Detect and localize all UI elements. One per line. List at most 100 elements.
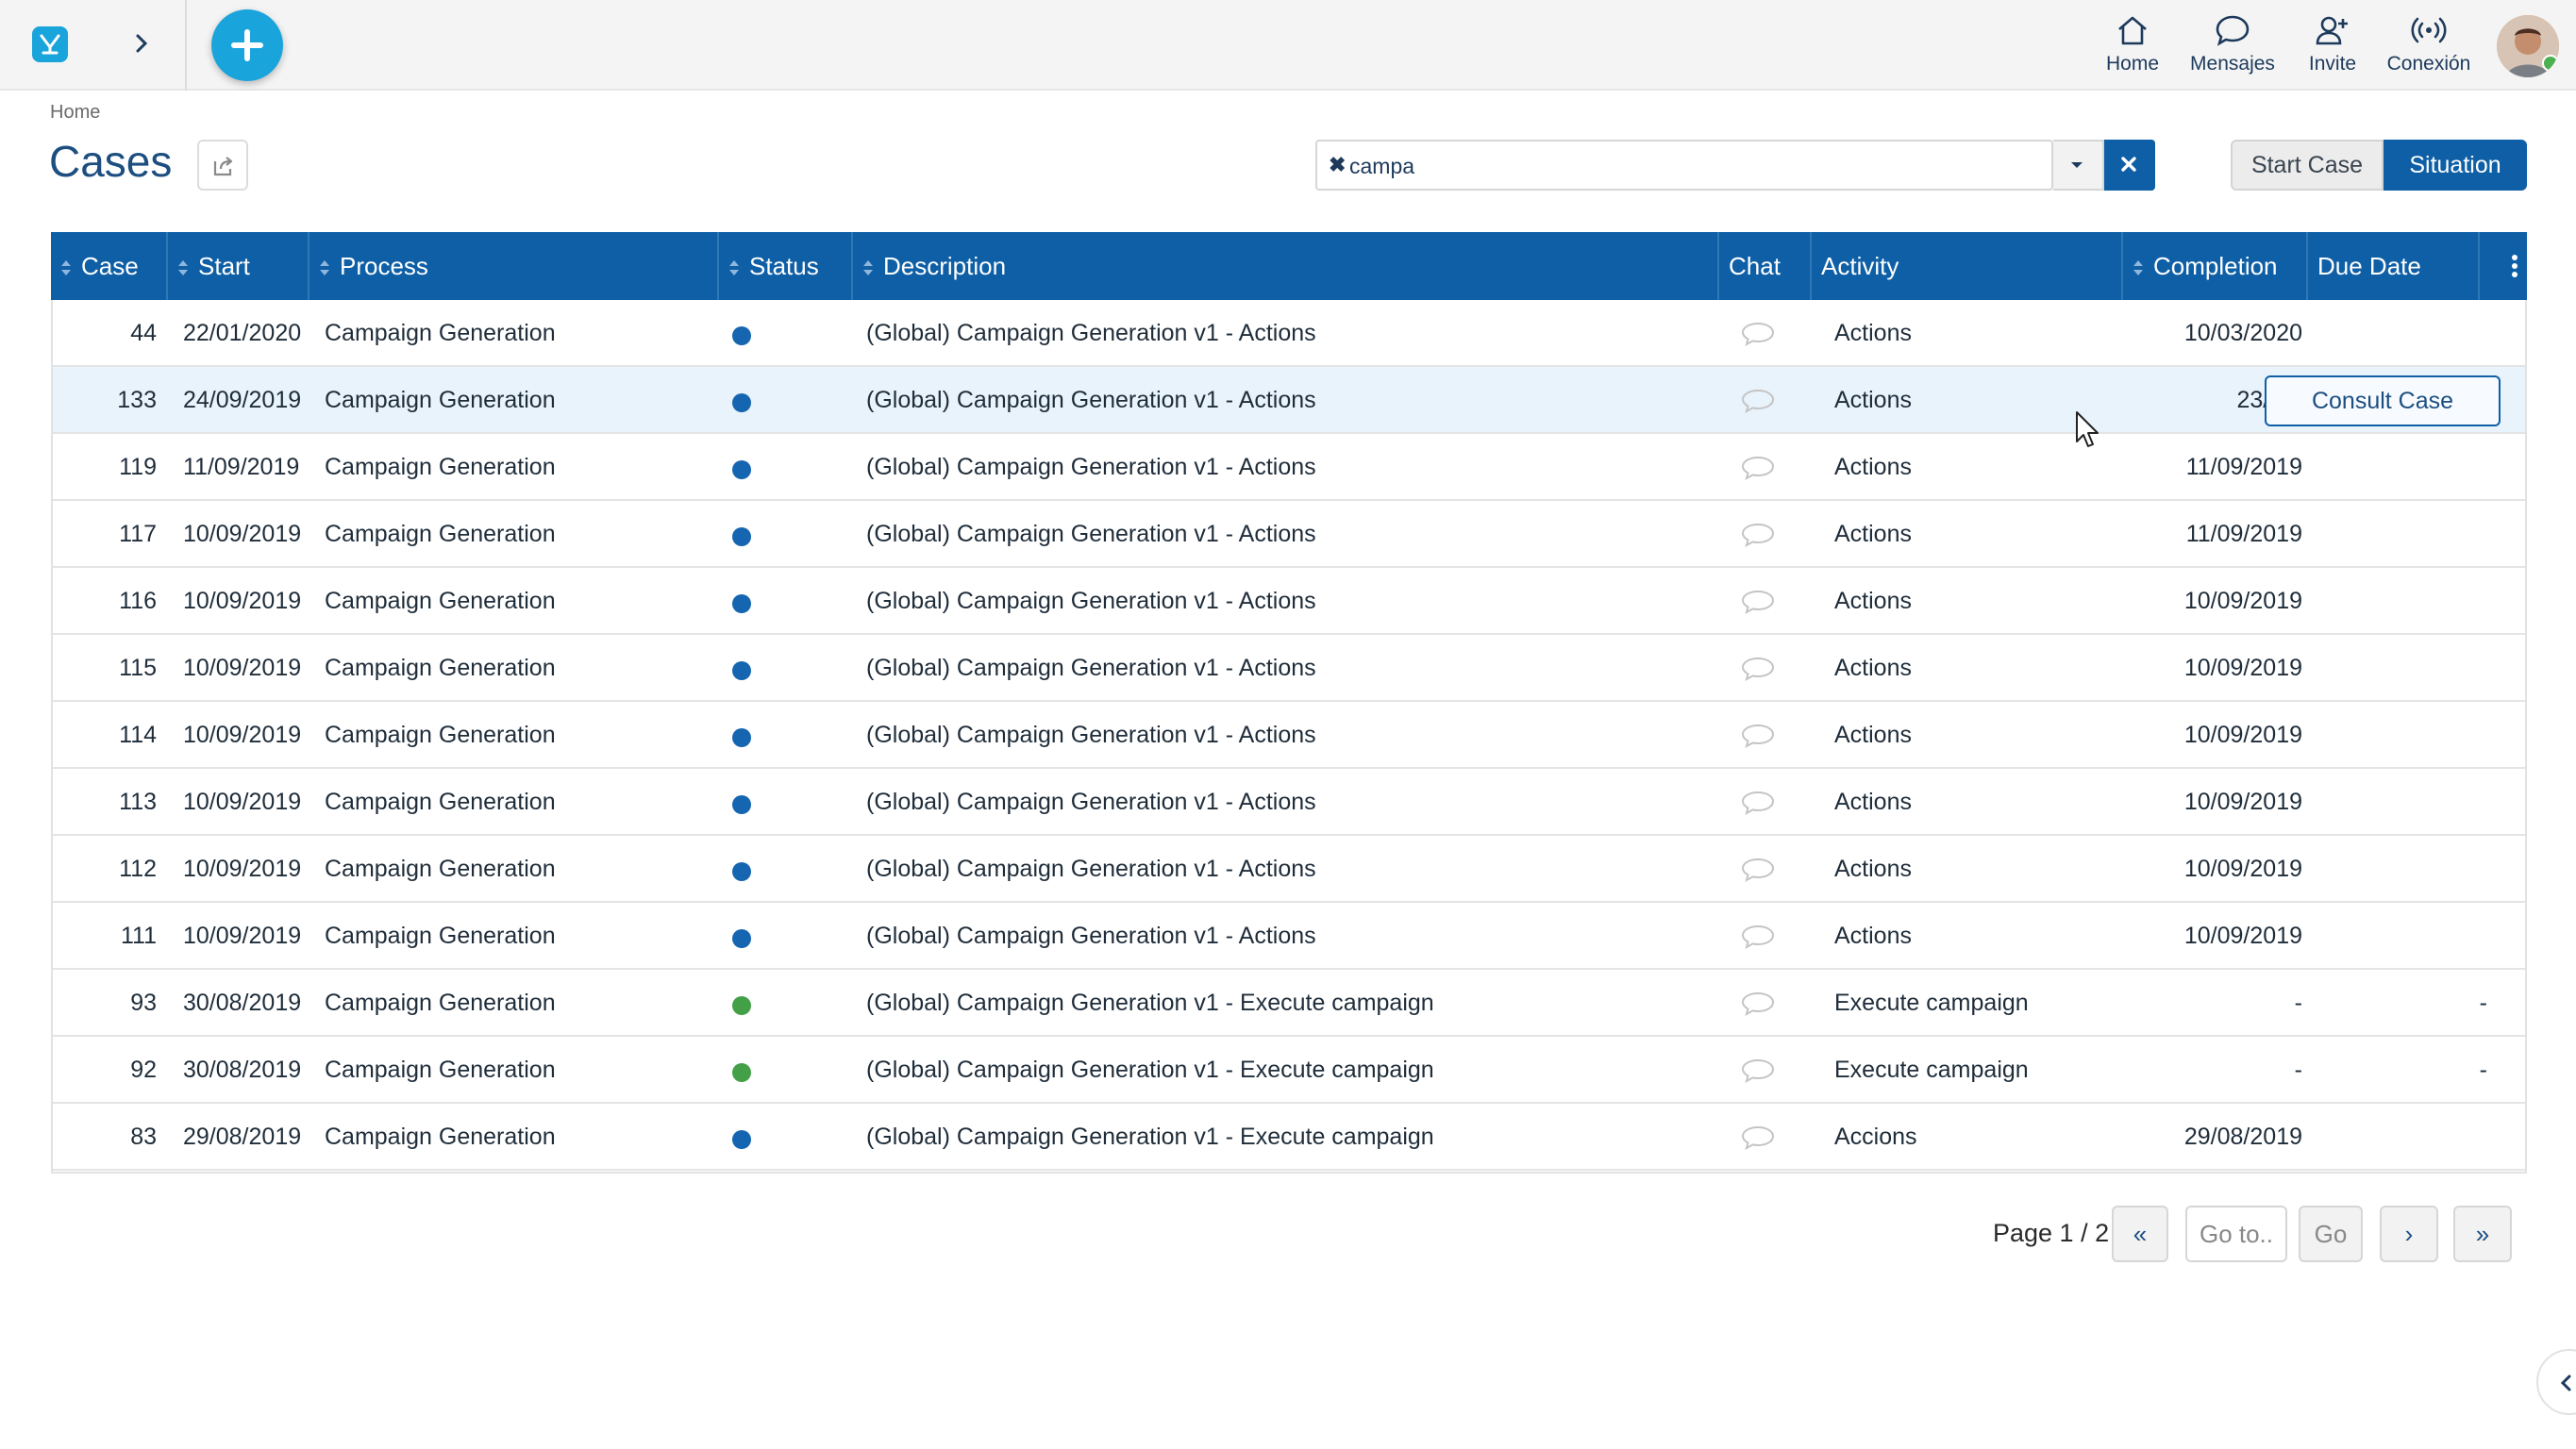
search-clear-button[interactable]	[2104, 140, 2155, 191]
nav-conexion[interactable]: Conexión	[2372, 13, 2485, 79]
table-row[interactable]: 119 11/09/2019 Campaign Generation (Global)…	[53, 434, 2525, 501]
cell-status	[732, 903, 770, 970]
sort-icon	[863, 260, 873, 276]
chat-icon[interactable]	[1740, 568, 1778, 635]
cell-process: Campaign Generation	[325, 990, 556, 1016]
go-button[interactable]: Go	[2299, 1206, 2363, 1262]
table-row[interactable]: 111 10/09/2019 Campaign Generation (Global)…	[53, 903, 2525, 970]
cell-status	[732, 836, 770, 903]
cell-process: Campaign Generation	[325, 923, 556, 949]
search-value: campa	[1349, 154, 1415, 178]
table-row[interactable]: 117 10/09/2019 Campaign Generation (Global)…	[53, 501, 2525, 568]
cell-case: 93	[130, 990, 157, 1016]
column-header-due-date[interactable]: Due Date	[2308, 232, 2480, 300]
column-header-completion[interactable]: Completion	[2123, 232, 2308, 300]
nav-mensajes[interactable]: Mensajes	[2176, 13, 2289, 79]
search-input[interactable]: ✖ campa	[1315, 140, 2053, 191]
cell-description: (Global) Campaign Generation v1 - Action…	[866, 856, 1316, 882]
cell-process: Campaign Generation	[325, 856, 556, 882]
cell-due-date	[2336, 568, 2487, 635]
column-header-chat[interactable]: Chat	[1719, 232, 1812, 300]
chat-icon[interactable]	[1740, 300, 1778, 367]
cell-due-date	[2336, 702, 2487, 769]
add-button[interactable]	[211, 9, 283, 81]
chat-icon[interactable]	[1740, 970, 1778, 1037]
column-label: Start	[198, 252, 250, 280]
cell-case: 115	[119, 655, 157, 681]
chat-icon[interactable]	[1740, 1037, 1778, 1104]
avatar[interactable]	[2497, 15, 2559, 77]
column-header-start[interactable]: Start	[168, 232, 309, 300]
table-row[interactable]: 93 30/08/2019 Campaign Generation (Global) …	[53, 970, 2525, 1037]
chat-icon[interactable]	[1740, 702, 1778, 769]
chat-icon[interactable]	[1740, 635, 1778, 702]
cell-process: Campaign Generation	[325, 387, 556, 413]
column-header-case[interactable]: Case	[51, 232, 168, 300]
cell-process: Campaign Generation	[325, 655, 556, 681]
table-row[interactable]: 115 10/09/2019 Campaign Generation (Global)…	[53, 635, 2525, 702]
nav-home[interactable]: Home	[2076, 13, 2189, 79]
cell-due-date	[2336, 434, 2487, 501]
cell-status	[732, 300, 770, 367]
status-dot	[732, 393, 751, 412]
chat-icon[interactable]	[1740, 1104, 1778, 1171]
table-row[interactable]: 114 10/09/2019 Campaign Generation (Global)…	[53, 702, 2525, 769]
cell-activity: Actions	[1834, 923, 1912, 949]
search-dropdown-button[interactable]	[2053, 140, 2104, 191]
cell-activity: Execute campaign	[1834, 1057, 2029, 1083]
share-button[interactable]	[197, 140, 248, 191]
cell-due-date	[2336, 769, 2487, 836]
table-row[interactable]: 83 29/08/2019 Campaign Generation (Global) …	[53, 1104, 2525, 1171]
column-header-status[interactable]: Status	[719, 232, 853, 300]
chat-icon[interactable]	[1740, 903, 1778, 970]
cell-description: (Global) Campaign Generation v1 - Action…	[866, 588, 1316, 614]
cell-process: Campaign Generation	[325, 320, 556, 346]
app-logo[interactable]	[32, 26, 68, 62]
table-row[interactable]: 116 10/09/2019 Campaign Generation (Global)…	[53, 568, 2525, 635]
column-options-icon[interactable]	[2502, 232, 2527, 300]
status-dot	[732, 795, 751, 814]
cell-case: 44	[130, 320, 157, 346]
cell-status	[732, 970, 770, 1037]
column-header-activity[interactable]: Activity	[1812, 232, 2123, 300]
column-label: Activity	[1821, 252, 1899, 280]
start-case-button[interactable]: Start Case	[2231, 140, 2384, 191]
filter-remove-icon[interactable]: ✖	[1329, 153, 1346, 177]
column-header-process[interactable]: Process	[309, 232, 719, 300]
cell-description: (Global) Campaign Generation v1 - Action…	[866, 923, 1316, 949]
mouse-cursor-icon	[2076, 411, 2099, 447]
chat-icon[interactable]	[1740, 836, 1778, 903]
cell-status	[732, 702, 770, 769]
chat-icon[interactable]	[1740, 501, 1778, 568]
table-row[interactable]: 44 22/01/2020 Campaign Generation (Global) …	[53, 300, 2525, 367]
cell-case: 112	[119, 856, 157, 882]
status-dot	[732, 728, 751, 747]
table-row[interactable]: 112 10/09/2019 Campaign Generation (Global)…	[53, 836, 2525, 903]
cell-description: (Global) Campaign Generation v1 - Action…	[866, 655, 1316, 681]
breadcrumb[interactable]: Home	[50, 102, 100, 124]
chevron-right-icon[interactable]	[125, 26, 159, 60]
cell-process: Campaign Generation	[325, 588, 556, 614]
situation-button[interactable]: Situation	[2384, 140, 2527, 191]
cell-case: 111	[120, 923, 157, 949]
column-header-description[interactable]: Description	[853, 232, 1719, 300]
consult-case-button[interactable]: Consult Case	[2265, 375, 2501, 426]
table-row[interactable]: 113 10/09/2019 Campaign Generation (Global)…	[53, 769, 2525, 836]
goto-page-input[interactable]: Go to..	[2185, 1206, 2287, 1262]
next-page-button[interactable]: ›	[2380, 1206, 2438, 1262]
cell-due-date	[2336, 635, 2487, 702]
first-page-button[interactable]: «	[2112, 1206, 2168, 1262]
column-label: Case	[81, 252, 139, 280]
chat-icon[interactable]	[1740, 367, 1778, 434]
sort-icon	[178, 260, 188, 276]
cell-status	[732, 501, 770, 568]
side-panel-toggle[interactable]	[2536, 1349, 2576, 1415]
table-row[interactable]: 92 30/08/2019 Campaign Generation (Global) …	[53, 1037, 2525, 1104]
cell-completion: -	[2294, 1057, 2302, 1083]
cell-due-date	[2336, 1104, 2487, 1171]
last-page-button[interactable]: »	[2453, 1206, 2512, 1262]
table-row[interactable]: 133 24/09/2019 Campaign Generation (Global)…	[53, 367, 2525, 434]
chat-icon[interactable]	[1740, 434, 1778, 501]
chat-icon[interactable]	[1740, 769, 1778, 836]
status-dot	[732, 460, 751, 479]
